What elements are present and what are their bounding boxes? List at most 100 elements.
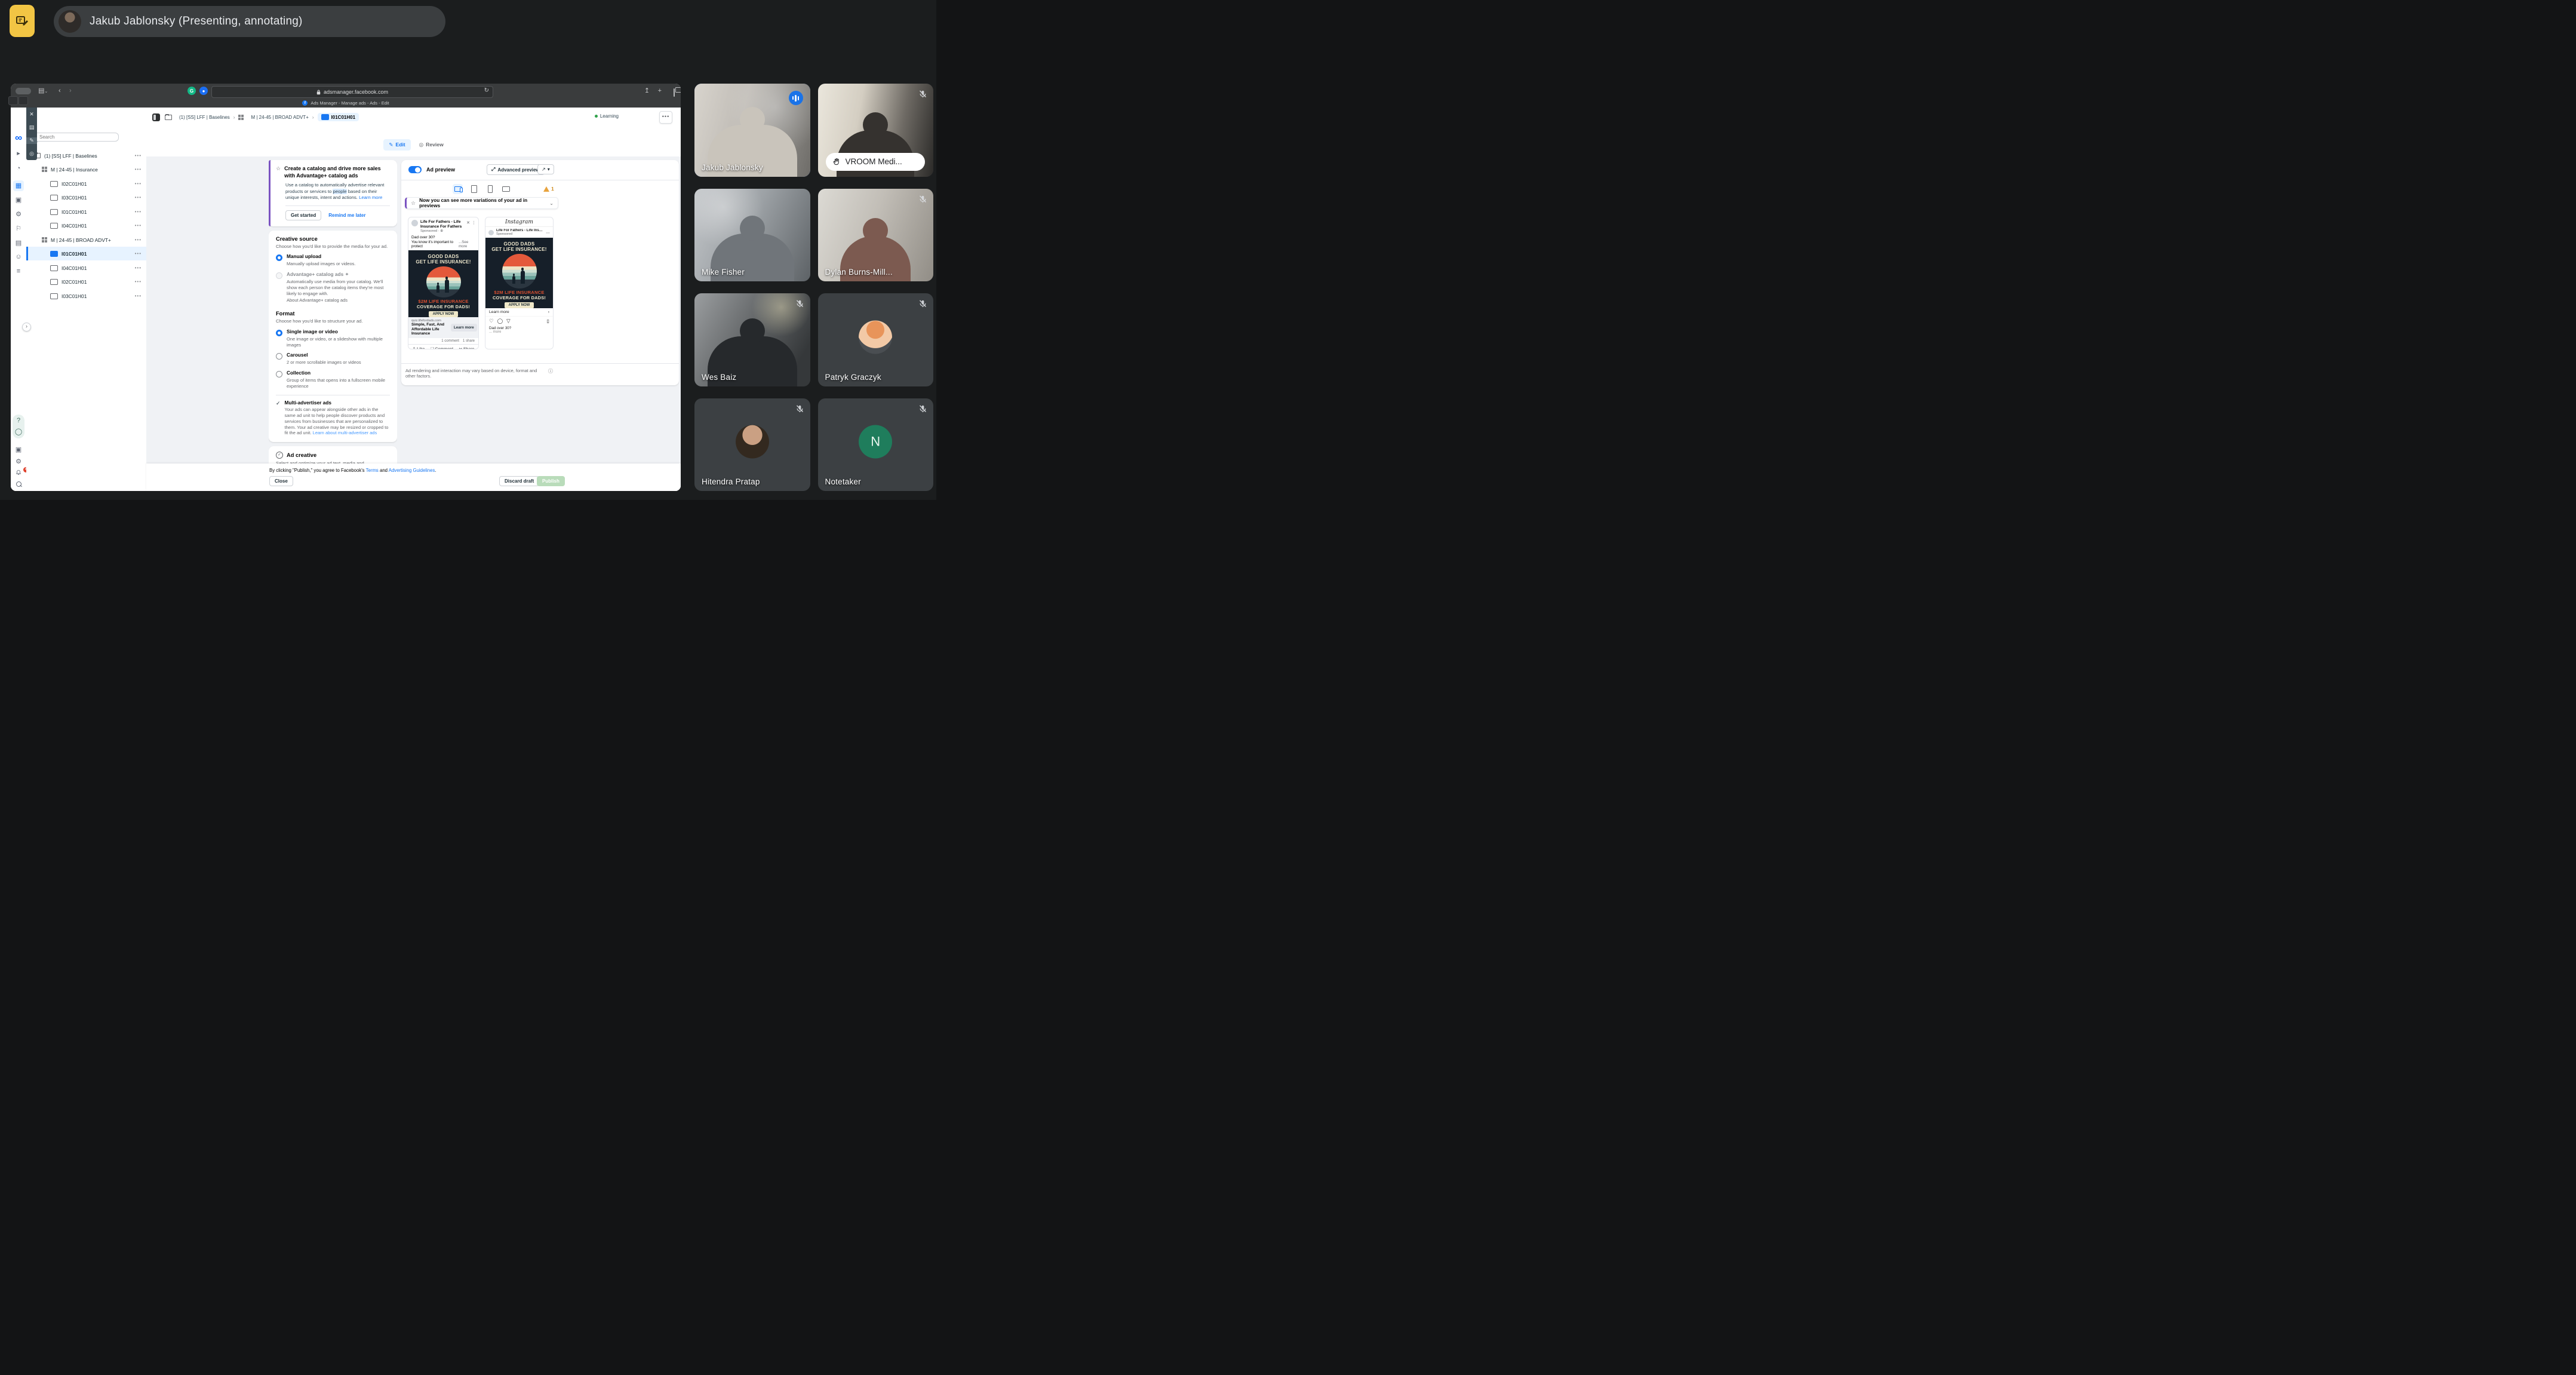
tree-item-ad[interactable]: I03C01H01 ••• <box>26 289 146 303</box>
advanced-preview-button[interactable]: ⤢ Advanced preview <box>487 164 545 175</box>
more-options-icon[interactable]: ••• <box>135 181 142 186</box>
advertising-guidelines-link[interactable]: Advertising Guidelines <box>389 468 435 473</box>
tablet-view-button[interactable] <box>469 184 479 194</box>
option-single-image[interactable]: Single image or video One image or video… <box>276 329 390 348</box>
more-options-icon[interactable]: ••• <box>135 167 142 172</box>
comment-button[interactable]: ❏ Comment <box>431 346 453 349</box>
more-options-icon[interactable]: ••• <box>135 279 142 284</box>
like-button[interactable]: ⇧ Like <box>413 346 425 349</box>
participant-tile[interactable]: Hitendra Pratap <box>694 398 810 492</box>
settings-gear-icon[interactable]: ⚙ <box>11 458 26 465</box>
boost-icon[interactable]: ▸ <box>11 149 26 157</box>
link-preview-bar[interactable]: quiz.lifefordads.com Simple, Fast, And A… <box>408 317 478 338</box>
breadcrumb-ad-current[interactable]: I01C01H01 <box>318 113 359 121</box>
heart-icon[interactable]: ♡ <box>489 318 494 324</box>
more-options-icon[interactable]: ••• <box>135 251 142 256</box>
radio-disabled-icon[interactable] <box>276 272 282 279</box>
see-more-link[interactable]: ...See more <box>459 240 475 248</box>
tree-item-ad[interactable]: I04C01H01 ••• <box>26 219 146 232</box>
address-bar[interactable]: adsmanager.facebook.com ↻ <box>211 86 493 98</box>
comment-icon[interactable]: ◯ <box>497 318 503 324</box>
megaphone-icon[interactable]: ⚐ <box>11 225 26 232</box>
sidebar-toggle-icon[interactable]: ▤⌄ <box>38 85 48 97</box>
more-options-icon[interactable]: ••• <box>135 265 142 271</box>
participant-tile[interactable]: Wes Baiz <box>694 293 810 386</box>
comment-count[interactable]: 1 comment <box>441 339 459 343</box>
more-link[interactable]: ... more <box>485 330 553 336</box>
participant-tile[interactable]: VROOM Medi... <box>818 84 934 177</box>
business-settings-icon[interactable]: ☺ <box>11 253 26 260</box>
new-tab-icon[interactable]: + <box>658 85 662 96</box>
panel-toggle-icon[interactable] <box>152 113 160 121</box>
notifications-bell-icon[interactable]: 1 4 <box>11 469 26 477</box>
ads-reporting-icon[interactable]: ▣ <box>11 196 26 204</box>
radio-selected-icon[interactable] <box>276 330 282 336</box>
bookmark-icon[interactable]: ▯ <box>547 318 549 324</box>
more-options-icon[interactable]: ••• <box>135 293 142 299</box>
terms-link[interactable]: Terms <box>366 468 379 473</box>
back-icon[interactable]: ‹ <box>59 85 61 96</box>
annotation-app-icon[interactable] <box>10 5 35 37</box>
audiences-icon[interactable]: ⚙ <box>11 210 26 218</box>
discard-draft-button[interactable]: Discard draft <box>499 476 539 486</box>
grammarly-extension-icon[interactable]: G <box>187 87 196 95</box>
about-advantage-link[interactable]: About Advantage+ catalog ads <box>287 297 390 303</box>
checkmark-icon[interactable]: ✓ <box>276 400 281 437</box>
more-options-icon[interactable]: ••• <box>135 209 142 214</box>
option-collection[interactable]: Collection Group of items that opens int… <box>276 370 390 389</box>
tabs-overview-icon[interactable] <box>674 87 675 98</box>
more-options-icon[interactable]: ••• <box>135 153 142 158</box>
option-manual-upload[interactable]: Manual upload Manually upload images or … <box>276 254 390 267</box>
participant-tile[interactable]: Dylan Burns-Mill... <box>818 189 934 282</box>
get-started-button[interactable]: Get started <box>285 210 321 220</box>
more-options-icon[interactable]: ••• <box>135 237 142 243</box>
more-options-icon[interactable]: ⋯ <box>546 231 550 235</box>
pen-tool-icon[interactable]: ✎ <box>26 137 37 144</box>
tree-item-ad-selected[interactable]: I01C01H01 ••• <box>26 247 146 260</box>
preview-warning[interactable]: 1 <box>543 186 554 192</box>
meta-logo-icon[interactable]: ∞ <box>11 134 26 142</box>
ad-preview-toggle[interactable] <box>408 166 422 173</box>
all-tools-icon[interactable]: ≡ <box>11 268 26 275</box>
participant-tile[interactable]: Mike Fisher <box>694 189 810 282</box>
browser-tab[interactable]: f Ads Manager - Manage ads - Ads - Edit <box>11 98 681 108</box>
close-button[interactable]: Close <box>269 476 293 486</box>
tab-review[interactable]: ◎ Review <box>419 142 444 148</box>
campaigns-icon[interactable]: ▦ <box>13 180 24 191</box>
share-button[interactable]: ↪ Share <box>459 346 475 349</box>
learn-more-button[interactable]: Learn more <box>451 324 477 332</box>
more-options-icon[interactable]: ••• <box>135 223 142 228</box>
tree-item-ad[interactable]: I03C01H01 ••• <box>26 191 146 204</box>
tree-item-ad[interactable]: I02C01H01 ••• <box>26 177 146 191</box>
shapes-icon[interactable]: ▤ <box>26 124 37 131</box>
multi-advertiser-link[interactable]: Learn about multi-advertiser ads <box>313 430 377 435</box>
option-carousel[interactable]: Carousel 2 or more scrollable images or … <box>276 352 390 366</box>
tree-item-campaign[interactable]: M | 24-45 | BROAD ADVT+ ••• <box>26 233 146 247</box>
help-icon[interactable]: ? <box>11 417 26 424</box>
updates-icon[interactable]: ▣ <box>11 446 26 453</box>
more-options-button[interactable]: ••• <box>659 111 672 124</box>
extension-icon[interactable]: ● <box>199 87 208 95</box>
variations-banner[interactable]: ☆ Now you can see more variations of you… <box>405 197 558 209</box>
chat-icon[interactable]: ◯ <box>11 428 26 435</box>
tree-item-ad[interactable]: I02C01H01 ••• <box>26 275 146 288</box>
share-icon[interactable]: ↥ <box>644 85 650 96</box>
tree-item-folder[interactable]: (1) [SS] LFF | Baselines ••• <box>26 149 146 162</box>
kebab-menu-icon[interactable]: ⋮ <box>472 220 476 225</box>
publish-button-disabled[interactable]: Publish <box>537 476 565 486</box>
tree-item-ad[interactable]: I01C01H01 ••• <box>26 205 146 219</box>
tree-item-ad[interactable]: I04C01H01 ••• <box>26 261 146 275</box>
learn-more-link[interactable]: Learn more <box>359 195 382 200</box>
option-advantage-catalog[interactable]: Advantage+ catalog ads ✦ Automatically u… <box>276 272 390 303</box>
visibility-icon[interactable]: ◎ <box>26 151 37 157</box>
share-preview-button[interactable]: ↗ ▾ <box>537 164 554 174</box>
account-overview-icon[interactable]: ◔ <box>11 165 26 172</box>
search-input[interactable] <box>29 133 119 142</box>
forward-icon[interactable]: › <box>69 85 72 96</box>
share-count[interactable]: 1 share <box>463 339 475 343</box>
radio-icon[interactable] <box>276 353 282 360</box>
participant-tile[interactable]: Jakub Jablonsky <box>694 84 810 177</box>
collapse-panel-button[interactable]: › <box>22 323 31 332</box>
option-multi-advertiser[interactable]: ✓ Multi-advertiser ads Your ads can appe… <box>276 400 390 437</box>
share-icon[interactable]: ▽ <box>506 318 511 324</box>
